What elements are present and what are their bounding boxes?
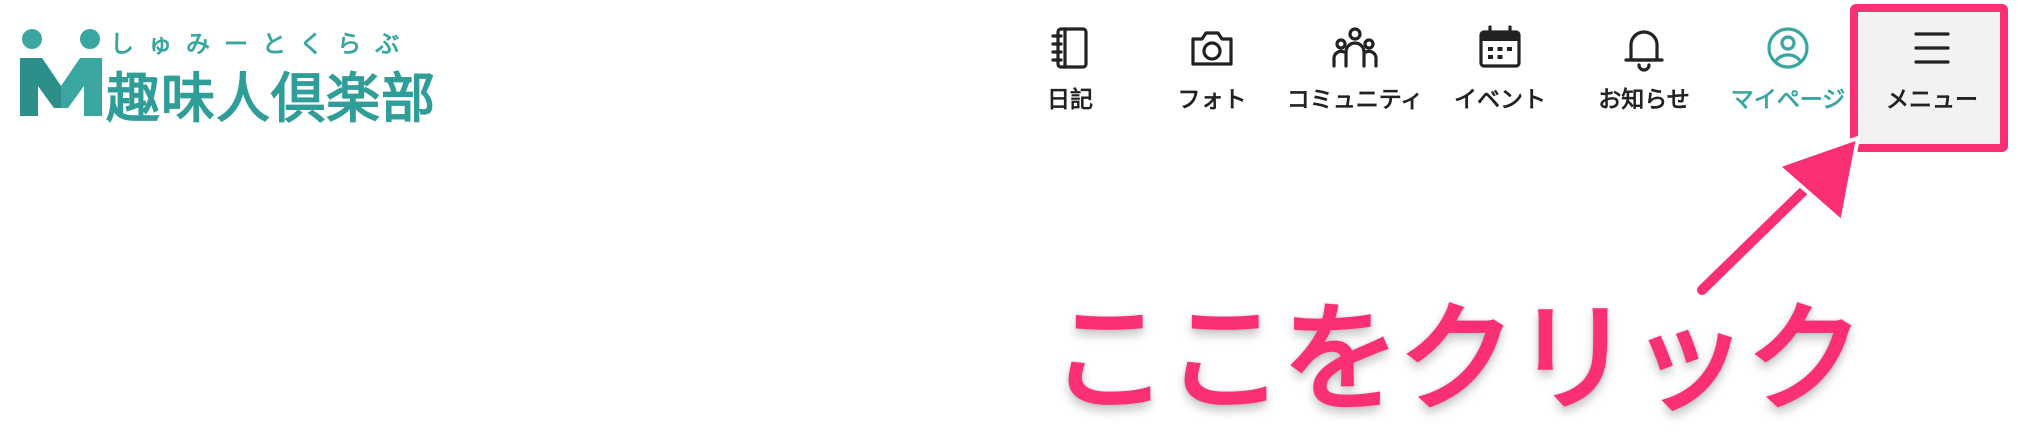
nav-label-diary: 日記	[1047, 87, 1093, 113]
nav-item-notice[interactable]: お知らせ	[1588, 24, 1700, 124]
nav-label-notice: お知らせ	[1598, 87, 1690, 113]
community-icon	[1332, 27, 1378, 68]
camera-icon	[1191, 31, 1233, 66]
pointer-arrow-icon	[1693, 136, 1860, 299]
nav-label-mypage: マイページ	[1730, 87, 1846, 113]
nav-item-event[interactable]: イベント	[1448, 24, 1552, 124]
hamburger-icon	[1914, 32, 1950, 64]
nav-item-diary[interactable]: 日記	[1020, 24, 1120, 124]
callout-click-here: ここをクリック	[1047, 290, 1867, 428]
diary-icon	[1051, 27, 1088, 69]
nav-label-photo: フォト	[1177, 87, 1247, 113]
nav-item-photo[interactable]: フォト	[1162, 24, 1262, 124]
nav-item-community[interactable]: コミュニティ	[1280, 24, 1430, 124]
nav-item-mypage[interactable]: マイページ	[1726, 24, 1850, 124]
nav-label-community: コミュニティ	[1286, 87, 1424, 113]
global-nav: 日記 フォト コミュニティ イベント お知らせ マイページ メニュー	[0, 0, 2018, 152]
calendar-icon	[1479, 25, 1521, 68]
user-circle-icon	[1767, 27, 1809, 69]
nav-item-menu[interactable]: メニュー	[1870, 24, 1994, 124]
nav-label-menu: メニュー	[1886, 87, 1978, 113]
nav-label-event: イベント	[1454, 87, 1546, 113]
bell-icon	[1624, 30, 1664, 72]
